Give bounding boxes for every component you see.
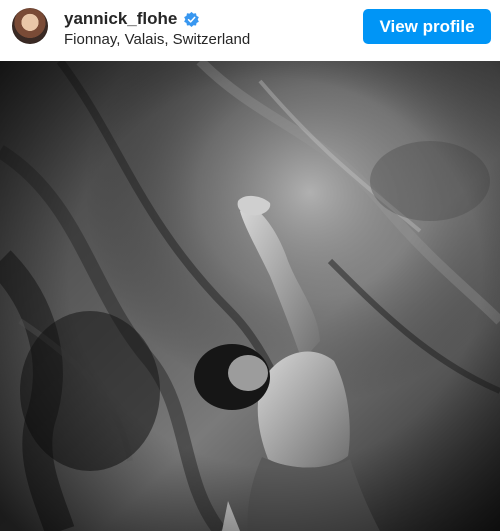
verified-badge-icon (184, 11, 200, 27)
post-header: yannick_flohe Fionnay, Valais, Switzerla… (0, 0, 500, 60)
username-link[interactable]: yannick_flohe (64, 9, 177, 29)
climbing-photo (0, 61, 500, 531)
view-profile-button[interactable]: View profile (363, 9, 491, 44)
post-image[interactable] (0, 61, 500, 531)
username-row: yannick_flohe (64, 9, 200, 29)
avatar[interactable] (12, 8, 48, 44)
location-link[interactable]: Fionnay, Valais, Switzerland (64, 31, 250, 48)
